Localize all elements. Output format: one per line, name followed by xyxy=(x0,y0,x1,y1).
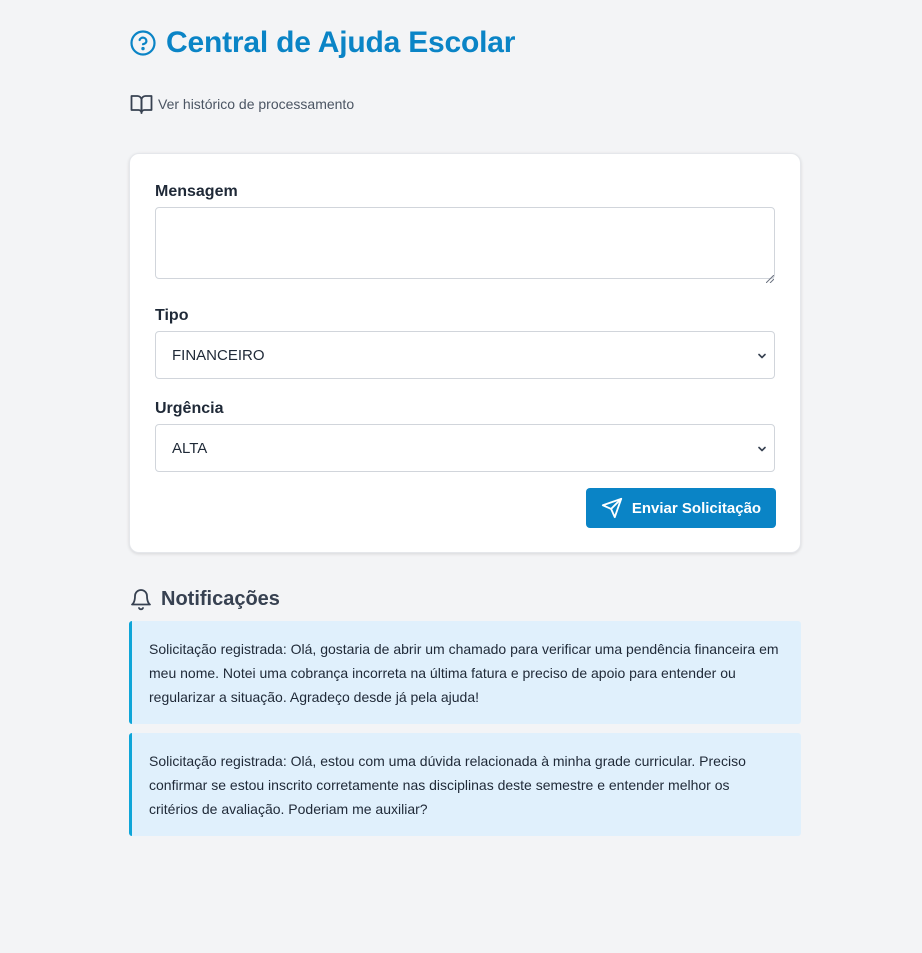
page-header: Central de Ajuda Escolar xyxy=(130,26,515,60)
notification-text: Solicitação registrada: Olá, gostaria de… xyxy=(149,641,779,705)
type-label: Tipo xyxy=(155,307,189,324)
page: Central de Ajuda Escolar Ver histórico d… xyxy=(0,0,922,953)
notifications-header: Notificações xyxy=(130,587,280,611)
submit-request-button[interactable]: Enviar Solicitação xyxy=(586,488,776,528)
urgency-select[interactable]: ALTA xyxy=(155,424,775,472)
urgency-label: Urgência xyxy=(155,400,224,417)
type-select[interactable]: FINANCEIRO xyxy=(155,331,775,379)
history-link-label: Ver histórico de processamento xyxy=(158,96,355,112)
notification-item: Solicitação registrada: Olá, gostaria de… xyxy=(129,621,801,724)
history-link[interactable]: Ver histórico de processamento xyxy=(130,93,354,115)
notification-item: Solicitação registrada: Olá, estou com u… xyxy=(129,733,801,836)
page-title: Central de Ajuda Escolar xyxy=(166,26,516,59)
chevron-down-icon xyxy=(756,350,768,362)
request-form-card: Mensagem Tipo FINANCEIRO Urgência ALTA E… xyxy=(129,153,801,553)
book-open-icon xyxy=(130,93,153,115)
chevron-down-icon xyxy=(756,443,768,455)
urgency-selected-value: ALTA xyxy=(172,439,208,457)
message-label: Mensagem xyxy=(155,183,238,200)
message-textarea[interactable] xyxy=(155,207,775,279)
type-selected-value: FINANCEIRO xyxy=(172,346,265,364)
resize-grip-icon[interactable] xyxy=(765,270,775,284)
question-circle-icon xyxy=(130,30,156,56)
submit-button-label: Enviar Solicitação xyxy=(631,499,762,517)
bell-icon xyxy=(130,587,152,611)
send-icon xyxy=(601,497,623,519)
notification-text: Solicitação registrada: Olá, estou com u… xyxy=(149,753,746,817)
notifications-title: Notificações xyxy=(161,587,280,610)
